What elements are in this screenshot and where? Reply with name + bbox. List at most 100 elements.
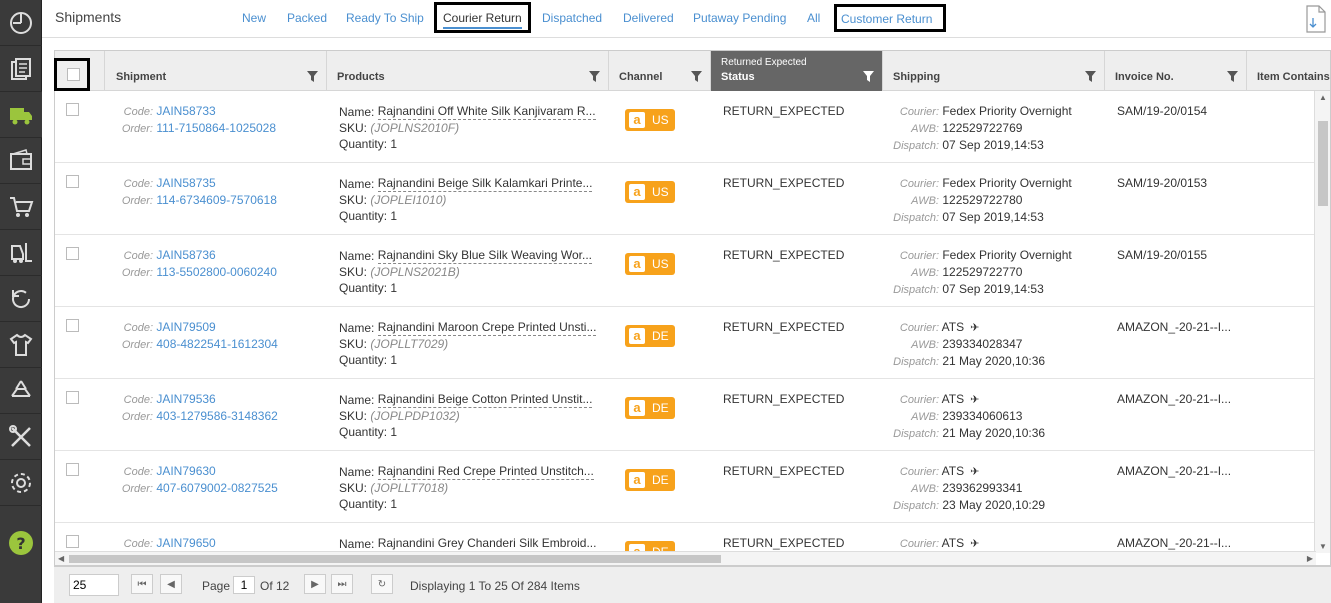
shipping-cell: Courier: ATS ✈ bbox=[893, 535, 979, 552]
table-row[interactable]: Code: JAIN58735 Order: 114-6734609-757061… bbox=[55, 163, 1316, 235]
column-item-contains[interactable]: Item Contains bbox=[1247, 51, 1330, 91]
filter-icon[interactable] bbox=[691, 71, 702, 82]
nav-documents[interactable] bbox=[0, 46, 42, 92]
shipment-code-link[interactable]: JAIN58735 bbox=[156, 176, 215, 190]
courier-label: Courier: bbox=[899, 178, 939, 190]
order-id-link[interactable]: 111-7150864-1025028 bbox=[156, 121, 276, 135]
order-id-link[interactable]: 407-6079002-0827525 bbox=[156, 481, 277, 495]
refresh-button[interactable]: ↻ bbox=[371, 574, 393, 594]
product-name[interactable]: Rajnandini Off White Silk Kanjivaram R..… bbox=[377, 103, 596, 120]
filter-icon[interactable] bbox=[863, 71, 874, 82]
scroll-down-arrow-icon[interactable]: ▼ bbox=[1319, 542, 1327, 551]
nav-settings[interactable] bbox=[0, 460, 42, 506]
filter-icon[interactable] bbox=[589, 71, 600, 82]
column-products[interactable]: Products bbox=[327, 51, 609, 91]
scroll-left-arrow-icon[interactable]: ◀ bbox=[58, 554, 64, 563]
nav-warehouse[interactable] bbox=[0, 230, 42, 276]
product-name[interactable]: Rajnandini Beige Cotton Printed Unstit..… bbox=[377, 391, 593, 408]
row-checkbox[interactable] bbox=[66, 535, 79, 548]
channel-badge: a DE bbox=[625, 397, 675, 419]
table-row[interactable]: Code: JAIN58736 Order: 113-5502800-006024… bbox=[55, 235, 1316, 307]
row-checkbox[interactable] bbox=[66, 247, 79, 260]
row-checkbox[interactable] bbox=[66, 175, 79, 188]
product-name[interactable]: Rajnandini Red Crepe Printed Unstitch... bbox=[377, 463, 594, 480]
table-row[interactable]: Code: JAIN58733 Order: 111-7150864-102502… bbox=[55, 91, 1316, 163]
tab-all[interactable]: All bbox=[807, 11, 820, 25]
column-status[interactable]: Returned Expected Status bbox=[711, 51, 883, 91]
vertical-scroll-thumb[interactable] bbox=[1318, 121, 1328, 206]
nav-dashboard[interactable] bbox=[0, 0, 42, 46]
table-row[interactable]: Code: JAIN79650 Name: Rajnandini Grey Cha… bbox=[55, 523, 1316, 553]
next-page-button[interactable]: ▶ bbox=[304, 574, 326, 594]
status-cell: RETURN_EXPECTED bbox=[723, 320, 845, 334]
tab-new[interactable]: New bbox=[242, 11, 266, 25]
tab-customer-return[interactable]: Customer Return bbox=[841, 12, 932, 26]
shipment-code-link[interactable]: JAIN79630 bbox=[156, 464, 215, 478]
horizontal-scroll-thumb[interactable] bbox=[69, 555, 721, 563]
first-page-button[interactable]: ⏮ bbox=[131, 574, 153, 594]
tab-courier-return[interactable]: Courier Return bbox=[443, 11, 522, 29]
filter-icon[interactable] bbox=[1227, 71, 1238, 82]
sku-label: SKU: bbox=[339, 265, 368, 279]
tab-ready-to-ship[interactable]: Ready To Ship bbox=[346, 11, 424, 25]
row-checkbox[interactable] bbox=[66, 391, 79, 404]
nav-orders[interactable] bbox=[0, 184, 42, 230]
nav-shipments[interactable] bbox=[0, 92, 42, 138]
column-shipping[interactable]: Shipping bbox=[883, 51, 1105, 91]
horizontal-scrollbar[interactable]: ◀ ▶ bbox=[55, 551, 1316, 565]
help-icon: ? bbox=[9, 531, 33, 555]
amazon-logo-icon: a bbox=[629, 256, 645, 272]
column-channel[interactable]: Channel bbox=[609, 51, 711, 91]
invoice-cell: SAM/19-20/0155 bbox=[1117, 248, 1208, 262]
row-checkbox[interactable] bbox=[66, 463, 79, 476]
nav-wallet[interactable] bbox=[0, 138, 42, 184]
shipment-code-link[interactable]: JAIN58736 bbox=[156, 248, 215, 262]
row-checkbox[interactable] bbox=[66, 103, 79, 116]
table-row[interactable]: Code: JAIN79630 Order: 407-6079002-082752… bbox=[55, 451, 1316, 523]
nav-help[interactable]: ? bbox=[0, 520, 42, 566]
page-number-input[interactable] bbox=[233, 576, 255, 594]
product-cell: Name: Rajnandini Off White Silk Kanjivar… bbox=[339, 103, 596, 152]
column-shipment[interactable]: Shipment bbox=[105, 51, 327, 91]
export-document-icon[interactable] bbox=[1305, 4, 1327, 34]
order-id-link[interactable]: 403-1279586-3148362 bbox=[156, 409, 277, 423]
nav-tools[interactable] bbox=[0, 414, 42, 460]
filter-icon[interactable] bbox=[307, 71, 318, 82]
order-id-link[interactable]: 114-6734609-7570618 bbox=[156, 193, 277, 207]
shipment-code-link[interactable]: JAIN79536 bbox=[156, 392, 215, 406]
dispatch-date: 07 Sep 2019,14:53 bbox=[942, 282, 1044, 296]
dispatch-label: Dispatch: bbox=[893, 212, 939, 224]
tab-dispatched[interactable]: Dispatched bbox=[542, 11, 602, 25]
product-name[interactable]: Rajnandini Beige Silk Kalamkari Printe..… bbox=[377, 175, 593, 192]
product-quantity: 1 bbox=[390, 137, 398, 151]
scroll-up-arrow-icon[interactable]: ▲ bbox=[1319, 93, 1327, 102]
tab-packed[interactable]: Packed bbox=[287, 11, 327, 25]
nav-products[interactable] bbox=[0, 322, 42, 368]
product-cell: Name: Rajnandini Maroon Crepe Printed Un… bbox=[339, 319, 597, 368]
table-row[interactable]: Code: JAIN79536 Order: 403-1279586-314836… bbox=[55, 379, 1316, 451]
scroll-right-arrow-icon[interactable]: ▶ bbox=[1307, 554, 1313, 563]
grid-header: Shipment Products Channel Returned Expec… bbox=[55, 51, 1330, 91]
shipment-code-link[interactable]: JAIN79509 bbox=[156, 320, 215, 334]
tab-delivered[interactable]: Delivered bbox=[623, 11, 674, 25]
order-id-link[interactable]: 408-4822541-1612304 bbox=[156, 337, 277, 351]
product-name[interactable]: Rajnandini Sky Blue Silk Weaving Wor... bbox=[377, 247, 593, 264]
nav-recycle[interactable] bbox=[0, 368, 42, 414]
shipment-code-link[interactable]: JAIN79650 bbox=[156, 536, 215, 550]
table-row[interactable]: Code: JAIN79509 Order: 408-4822541-161230… bbox=[55, 307, 1316, 379]
prev-page-button[interactable]: ◀ bbox=[160, 574, 182, 594]
column-invoice[interactable]: Invoice No. bbox=[1105, 51, 1247, 91]
sku-label: SKU: bbox=[339, 337, 368, 351]
product-name[interactable]: Rajnandini Maroon Crepe Printed Unsti... bbox=[377, 319, 597, 336]
vertical-scrollbar[interactable]: ▲ ▼ bbox=[1314, 91, 1330, 553]
order-label: Order: bbox=[121, 267, 153, 279]
shipment-code-link[interactable]: JAIN58733 bbox=[156, 104, 215, 118]
order-id-link[interactable]: 113-5502800-0060240 bbox=[156, 265, 277, 279]
tab-putaway-pending[interactable]: Putaway Pending bbox=[693, 11, 786, 25]
product-name[interactable]: Rajnandini Grey Chanderi Silk Embroid... bbox=[377, 535, 597, 552]
filter-icon[interactable] bbox=[1085, 71, 1096, 82]
row-checkbox[interactable] bbox=[66, 319, 79, 332]
page-size-input[interactable] bbox=[69, 574, 119, 596]
nav-returns[interactable] bbox=[0, 276, 42, 322]
last-page-button[interactable]: ⏭ bbox=[331, 574, 353, 594]
